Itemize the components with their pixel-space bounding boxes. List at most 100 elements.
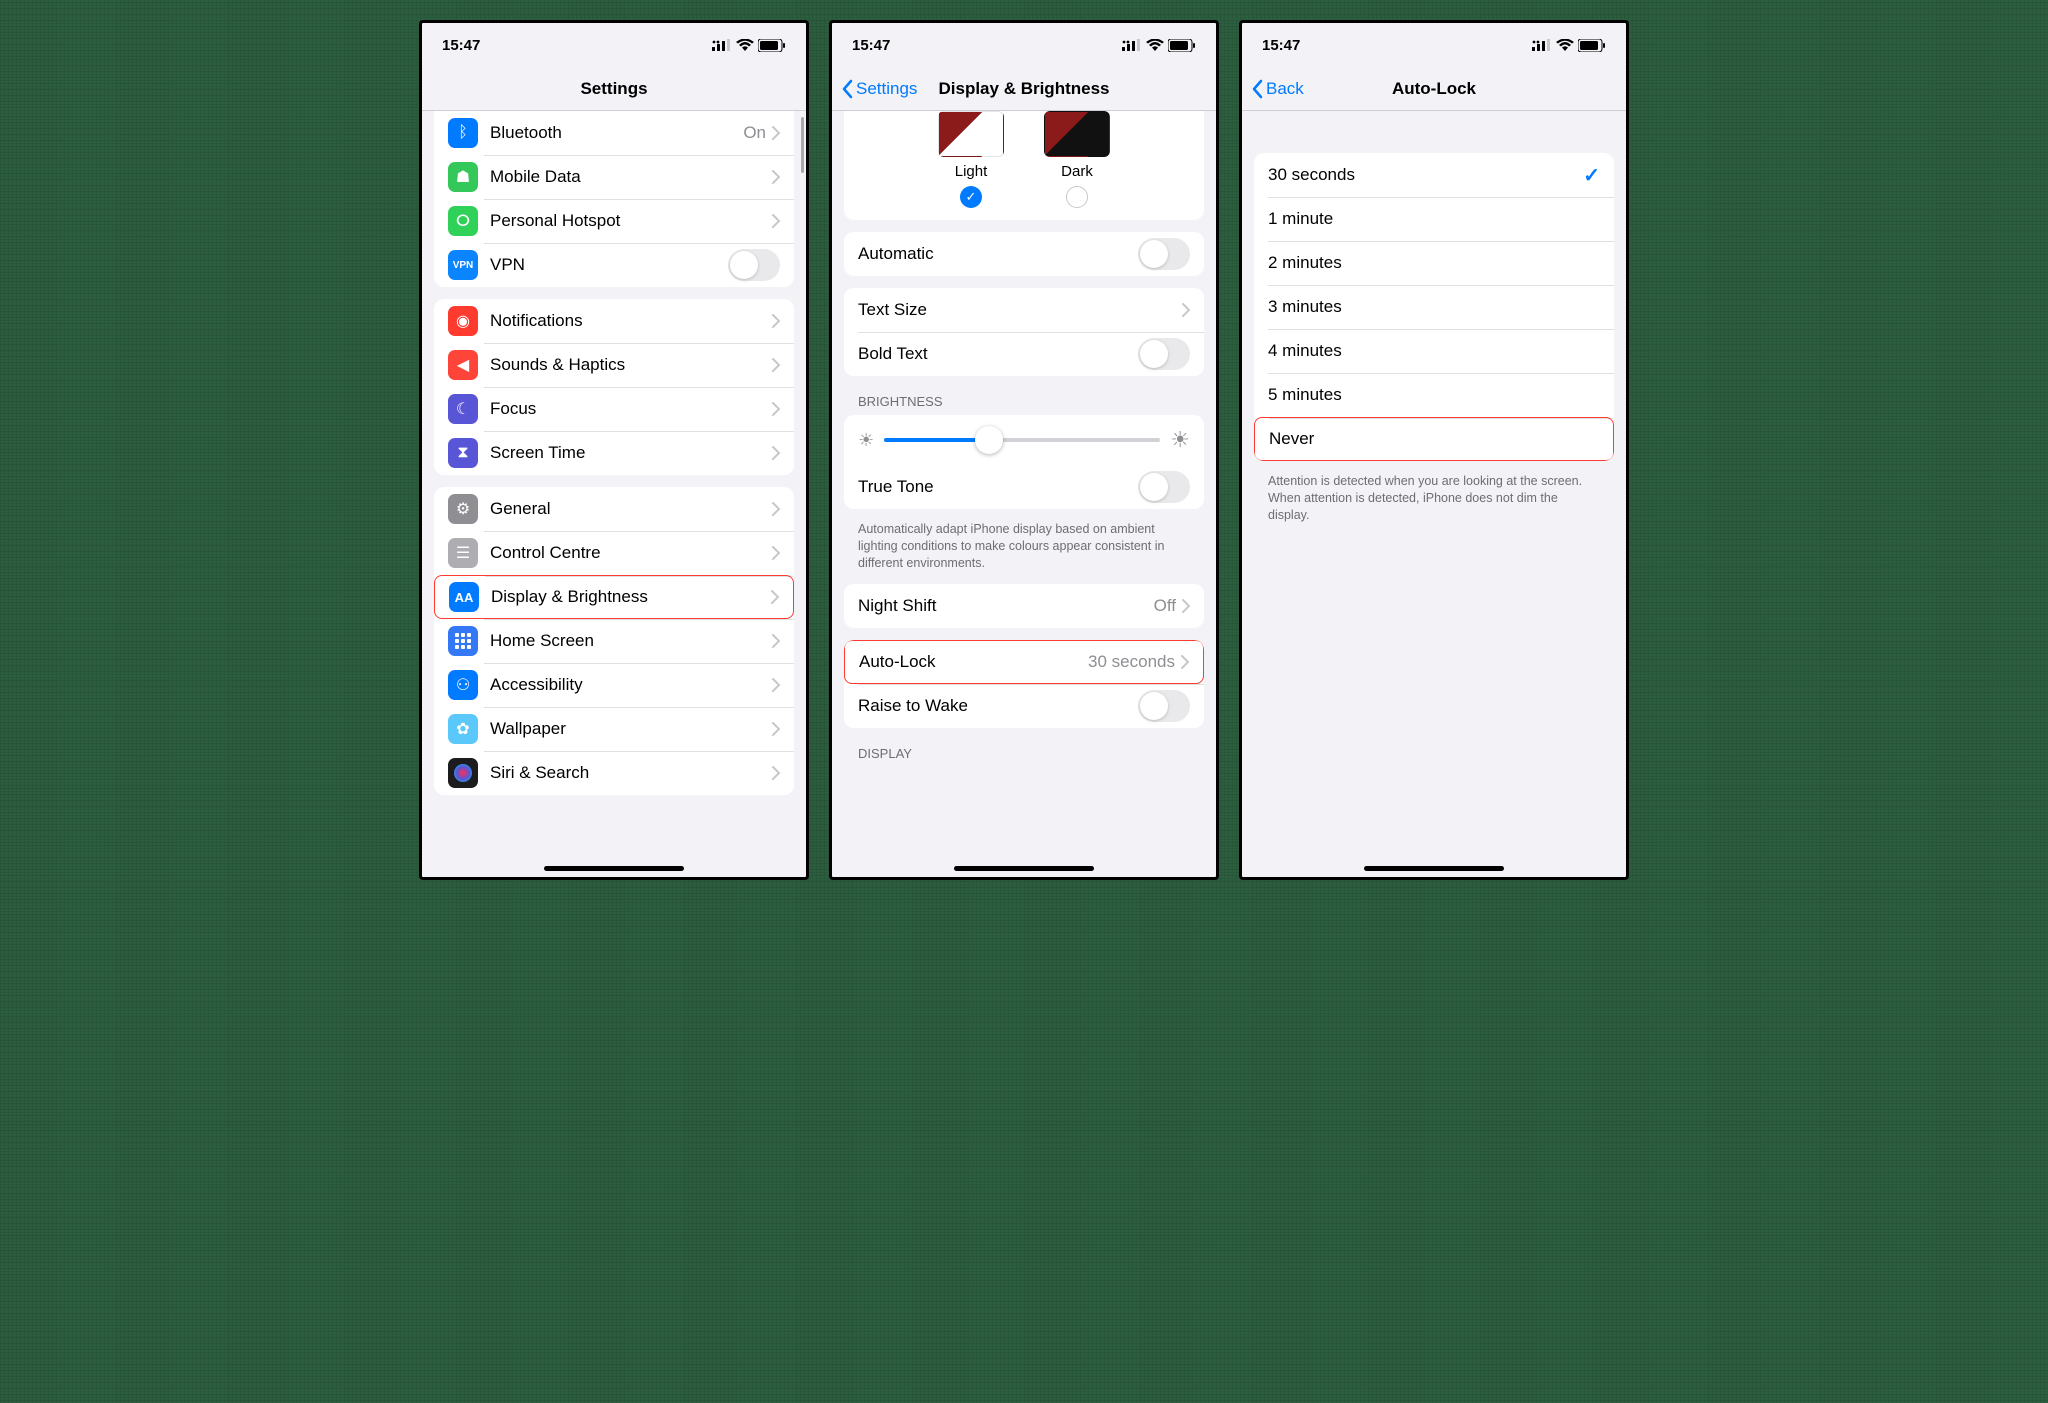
text-size-label: Text Size	[858, 300, 1182, 320]
status-icons	[712, 39, 786, 52]
chevron-right-icon	[772, 358, 780, 372]
screen-settings: 15:47 Settings ᛒBluetoothOn☗Mobile Dataⵔ…	[419, 20, 809, 880]
home-indicator[interactable]	[1364, 866, 1504, 871]
raise-to-wake-toggle[interactable]	[1138, 690, 1190, 722]
automatic-row[interactable]: Automatic	[844, 232, 1204, 276]
settings-row-focus[interactable]: ☾Focus	[434, 387, 794, 431]
settings-row-sounds-haptics[interactable]: ◀Sounds & Haptics	[434, 343, 794, 387]
checkmark-icon: ✓	[1583, 163, 1600, 188]
settings-row-notifications[interactable]: ◉ Notifications	[434, 299, 794, 343]
autolock-option[interactable]: Never	[1254, 417, 1614, 461]
settings-row-mobile-data[interactable]: ☗Mobile Data	[434, 155, 794, 199]
slider-thumb[interactable]	[975, 426, 1003, 454]
brightness-header: BRIGHTNESS	[858, 394, 1190, 409]
automatic-group: Automatic	[844, 232, 1204, 276]
status-bar: 15:47	[1242, 23, 1626, 67]
settings-row-personal-hotspot[interactable]: ⵔPersonal Hotspot	[434, 199, 794, 243]
raise-to-wake-label: Raise to Wake	[858, 696, 1138, 716]
settings-row-general[interactable]: ⚙ General	[434, 487, 794, 531]
night-shift-group: Night Shift Off	[844, 584, 1204, 628]
autolock-content[interactable]: 30 seconds✓ 1 minute 2 minutes 3 minutes 4 m…	[1242, 111, 1626, 877]
chevron-right-icon	[1181, 655, 1189, 669]
chevron-right-icon	[772, 126, 780, 140]
bold-text-row[interactable]: Bold Text	[844, 332, 1204, 376]
settings-row-screen-time[interactable]: ⧗Screen Time	[434, 431, 794, 475]
bell-icon: ◉	[448, 306, 478, 336]
back-button[interactable]: Settings	[840, 79, 917, 99]
settings-row-control-centre[interactable]: ☰ Control Centre	[434, 531, 794, 575]
scroll-indicator[interactable]	[801, 117, 804, 173]
wifi-icon	[1556, 39, 1574, 51]
text-size-row[interactable]: Text Size	[844, 288, 1204, 332]
nav-bar: Back Auto-Lock	[1242, 67, 1626, 111]
automatic-toggle[interactable]	[1138, 238, 1190, 270]
bold-text-toggle[interactable]	[1138, 338, 1190, 370]
true-tone-row[interactable]: True Tone	[844, 465, 1204, 509]
settings-row-display-brightness[interactable]: AADisplay & Brightness	[434, 575, 794, 619]
dark-radio[interactable]	[1066, 186, 1088, 208]
appearance-light[interactable]: Light ✓	[938, 111, 1004, 208]
toggle[interactable]	[728, 249, 780, 281]
light-radio-checked[interactable]: ✓	[960, 186, 982, 208]
back-label: Settings	[856, 79, 917, 99]
wifi-icon	[1146, 39, 1164, 51]
option-label: 1 minute	[1268, 209, 1600, 229]
chevron-right-icon	[772, 546, 780, 560]
chevron-right-icon	[772, 678, 780, 692]
autolock-options: 30 seconds✓ 1 minute 2 minutes 3 minutes 4 m…	[1254, 153, 1614, 461]
chevron-right-icon	[772, 766, 780, 780]
display-header: DISPLAY	[858, 746, 1190, 761]
autolock-option[interactable]: 30 seconds✓	[1254, 153, 1614, 197]
autolock-footer: Attention is detected when you are looki…	[1268, 473, 1600, 524]
settings-row-vpn[interactable]: VPNVPN	[434, 243, 794, 287]
night-shift-label: Night Shift	[858, 596, 1154, 616]
gear-icon: ⚙	[448, 494, 478, 524]
status-time: 15:47	[852, 37, 890, 54]
settings-row-bluetooth[interactable]: ᛒBluetoothOn	[434, 111, 794, 155]
auto-lock-row[interactable]: Auto-Lock 30 seconds	[844, 640, 1204, 684]
chevron-right-icon	[772, 170, 780, 184]
row-label: Control Centre	[490, 543, 772, 563]
night-shift-row[interactable]: Night Shift Off	[844, 584, 1204, 628]
autolock-option[interactable]: 1 minute	[1254, 197, 1614, 241]
speaker-icon: ◀	[448, 350, 478, 380]
true-tone-label: True Tone	[858, 477, 1138, 497]
battery-icon	[1578, 39, 1606, 52]
option-label: 4 minutes	[1268, 341, 1600, 361]
settings-row-siri-search[interactable]: Siri & Search	[434, 751, 794, 795]
back-button[interactable]: Back	[1250, 79, 1304, 99]
row-label: General	[490, 499, 772, 519]
display-content[interactable]: Light ✓ Dark Automatic Text Size Bold Te…	[832, 111, 1216, 877]
settings-row-wallpaper[interactable]: ✿Wallpaper	[434, 707, 794, 751]
home-indicator[interactable]	[954, 866, 1094, 871]
appearance-dark[interactable]: Dark	[1044, 111, 1110, 208]
settings-row-home-screen[interactable]: Home Screen	[434, 619, 794, 663]
brightness-slider-row: ☀︎ ☀︎	[844, 415, 1204, 465]
moon-icon: ☾	[448, 394, 478, 424]
battery-icon	[758, 39, 786, 52]
sun-large-icon: ☀︎	[1170, 427, 1190, 453]
raise-to-wake-row[interactable]: Raise to Wake	[844, 684, 1204, 728]
brightness-slider[interactable]	[884, 438, 1160, 442]
autolock-option[interactable]: 5 minutes	[1254, 373, 1614, 417]
page-title: Settings	[580, 79, 647, 99]
autolock-option[interactable]: 4 minutes	[1254, 329, 1614, 373]
signal-icon	[1122, 39, 1142, 51]
home-indicator[interactable]	[544, 866, 684, 871]
true-tone-toggle[interactable]	[1138, 471, 1190, 503]
settings-group: ◉ Notifications ◀Sounds & Haptics☾Focus⧗Sc…	[434, 299, 794, 475]
light-thumbnail	[938, 111, 1004, 157]
settings-row-accessibility[interactable]: ⚇Accessibility	[434, 663, 794, 707]
row-label: Bluetooth	[490, 123, 743, 143]
row-label: Siri & Search	[490, 763, 772, 783]
row-label: Notifications	[490, 311, 772, 331]
autolock-option[interactable]: 3 minutes	[1254, 285, 1614, 329]
page-title: Auto-Lock	[1392, 79, 1476, 99]
settings-list[interactable]: ᛒBluetoothOn☗Mobile DataⵔPersonal Hotspo…	[422, 111, 806, 877]
autolock-option[interactable]: 2 minutes	[1254, 241, 1614, 285]
option-label: 30 seconds	[1268, 165, 1583, 185]
settings-group: ᛒBluetoothOn☗Mobile DataⵔPersonal Hotspo…	[434, 111, 794, 287]
option-label: 2 minutes	[1268, 253, 1600, 273]
sliders-icon: ☰	[448, 538, 478, 568]
night-shift-value: Off	[1154, 596, 1176, 616]
